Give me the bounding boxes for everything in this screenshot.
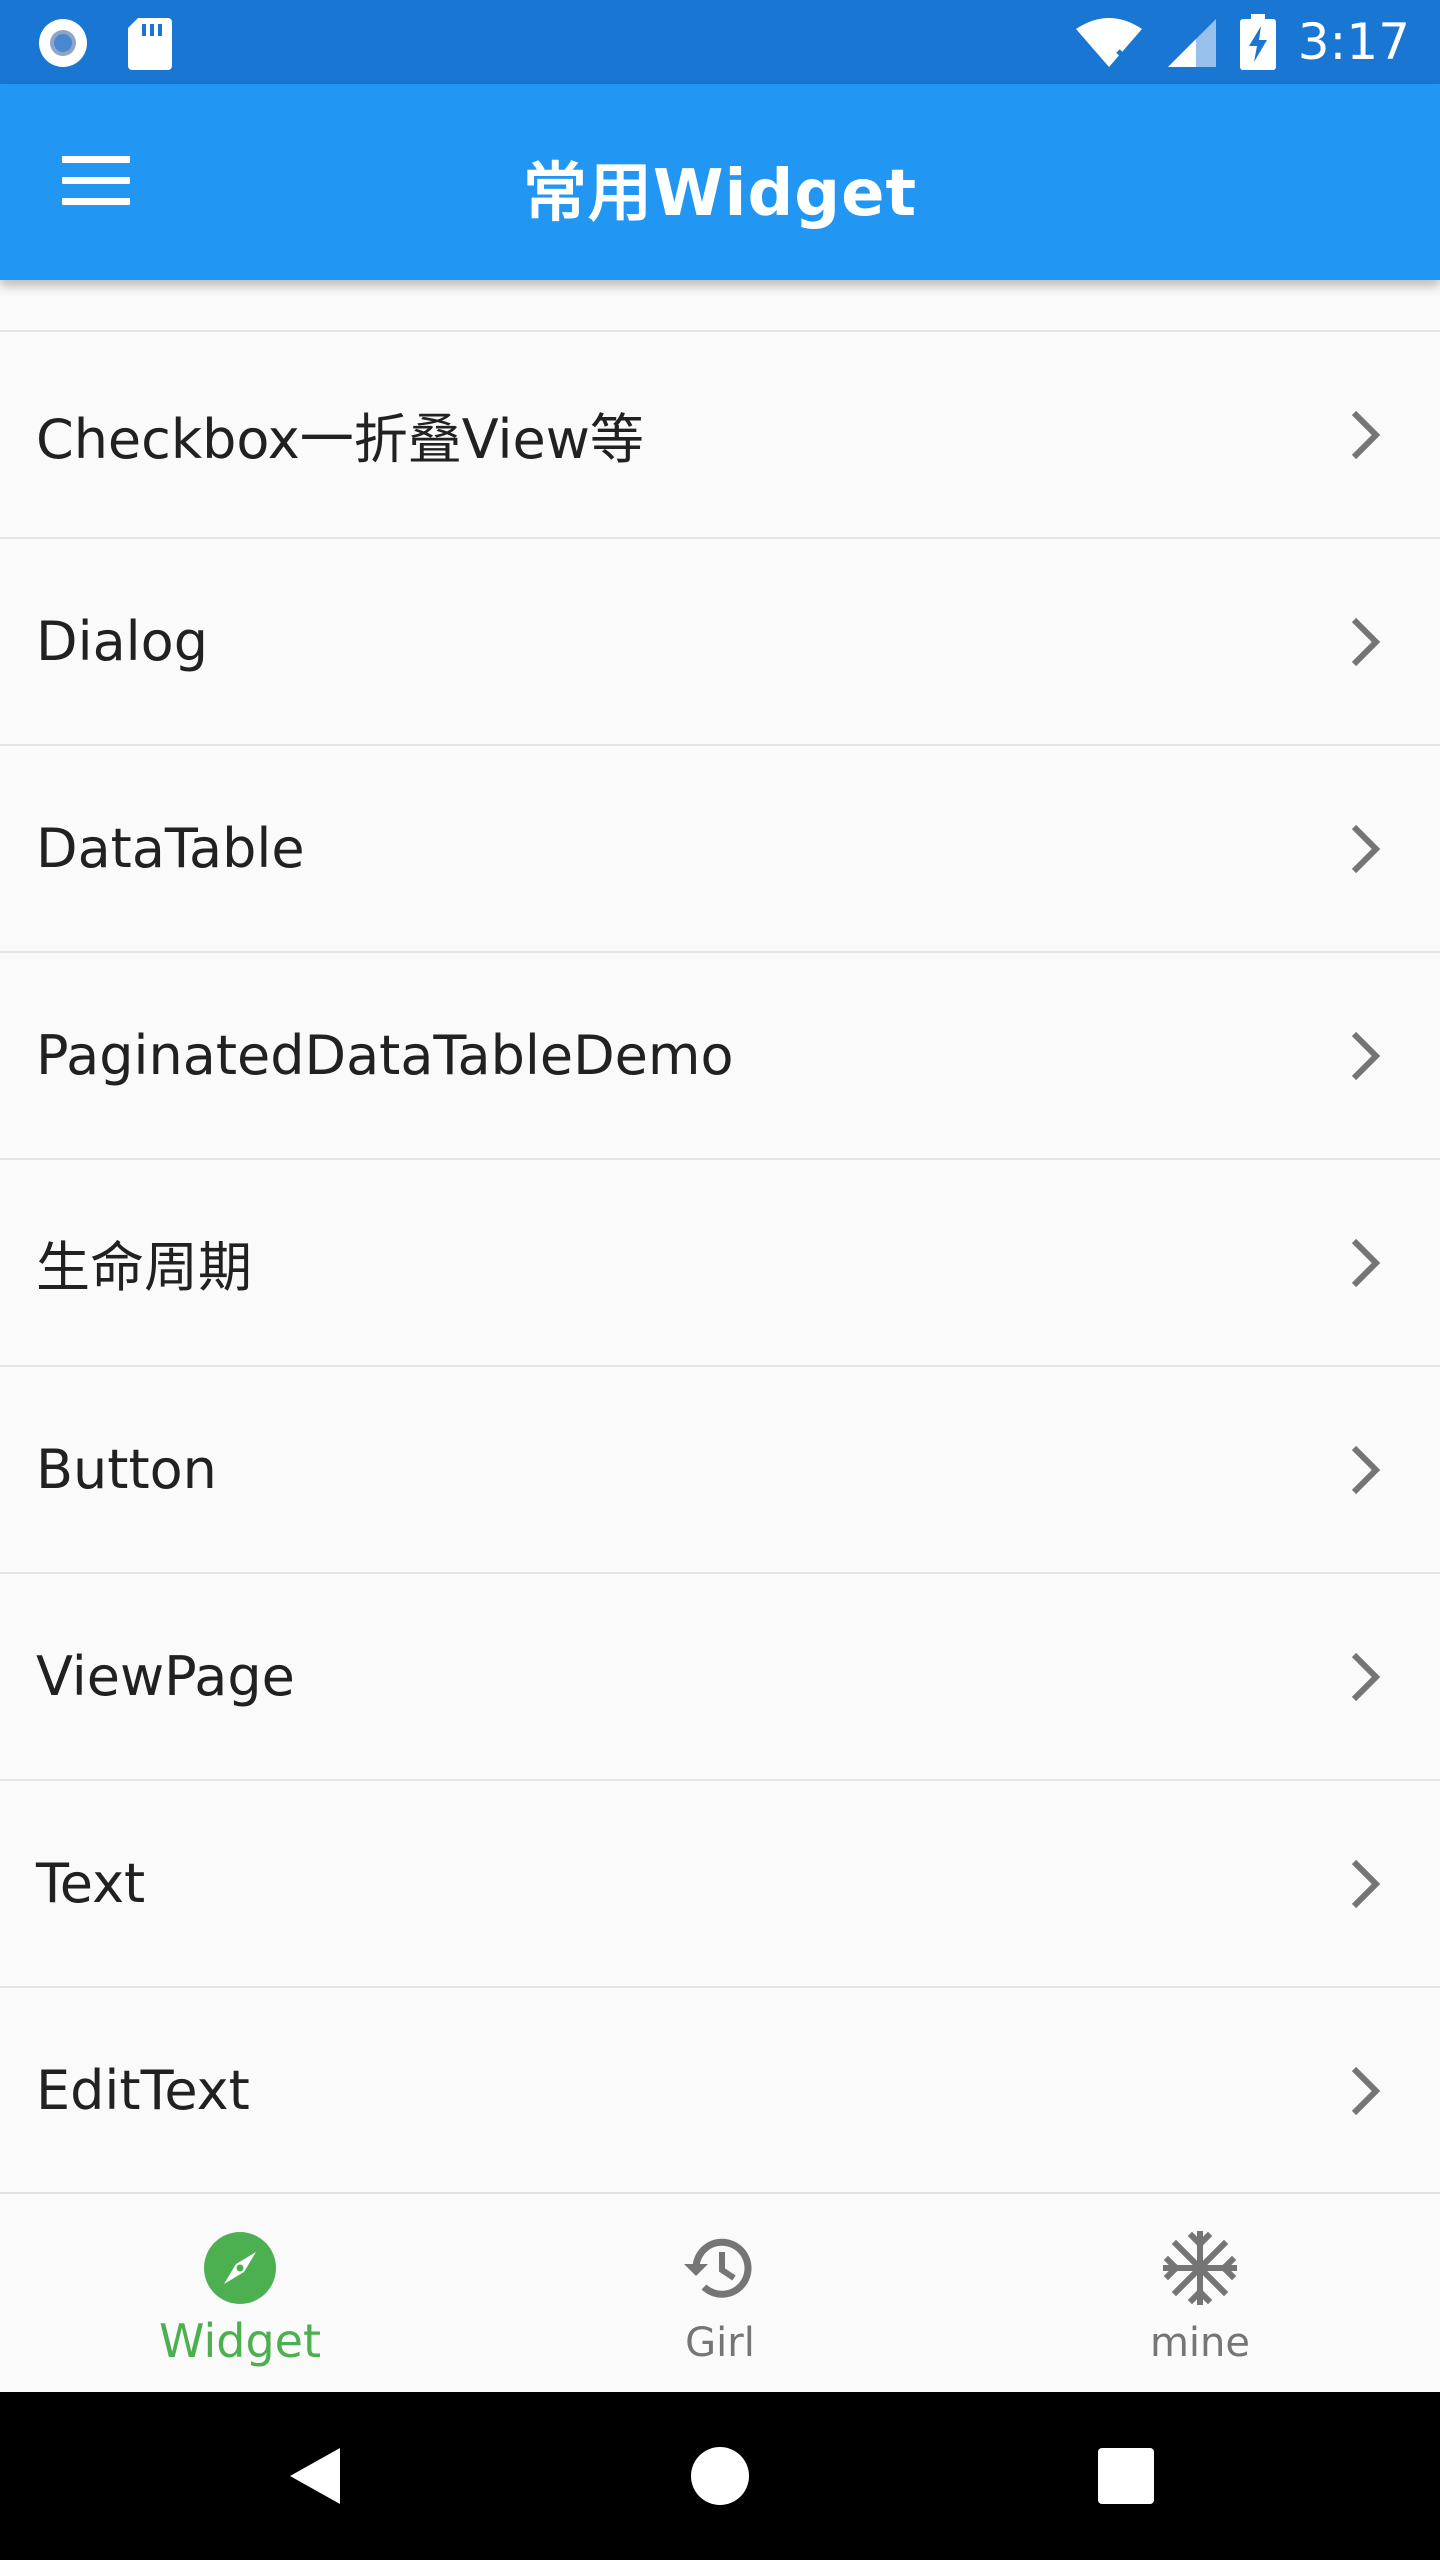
chevron-right-icon: [1351, 1859, 1381, 1908]
record-icon: [39, 19, 87, 67]
list-item-label: Button: [36, 1438, 217, 1501]
status-time: 3:17: [1297, 13, 1410, 71]
status-bar: 3:17: [0, 0, 1440, 84]
list-item-label: Text: [36, 1852, 146, 1915]
back-icon[interactable]: [288, 2446, 342, 2506]
compass-icon: [204, 2232, 276, 2304]
list-item-label: 生命周期: [36, 1236, 252, 1299]
list-item-label: Dialog: [36, 610, 208, 673]
signal-icon: [1167, 19, 1216, 67]
list-item[interactable]: ViewPage: [0, 1574, 1440, 1781]
nav-tab-label: Girl: [685, 2320, 755, 2366]
chevron-right-icon: [1351, 1031, 1381, 1080]
list-item[interactable]: Dialog: [0, 539, 1440, 746]
snowflake-icon: [1163, 2231, 1237, 2305]
widget-list: Checkbox一折叠View等 Dialog DataTable Pagina…: [0, 280, 1440, 2192]
nav-tab-label: Widget: [159, 2314, 321, 2368]
system-navigation-bar: [0, 2392, 1440, 2560]
chevron-right-icon: [1351, 1445, 1381, 1494]
bottom-navigation: Widget Girl mine: [0, 2192, 1440, 2394]
app-bar: 常用Widget: [0, 84, 1440, 280]
nav-tab-mine[interactable]: mine: [960, 2194, 1440, 2394]
list-item-label: EditText: [36, 2059, 250, 2122]
chevron-right-icon: [1351, 410, 1381, 459]
chevron-right-icon: [1351, 2066, 1381, 2115]
sd-card-icon: [128, 18, 172, 70]
list-item-label: ViewPage: [36, 1645, 295, 1708]
list-item[interactable]: Text: [0, 1781, 1440, 1988]
list-item[interactable]: EditText: [0, 1988, 1440, 2192]
battery-charging-icon: [1239, 14, 1276, 70]
list-top-spacer: [0, 280, 1440, 332]
recents-icon[interactable]: [1098, 2448, 1154, 2504]
chevron-right-icon: [1351, 824, 1381, 873]
page-title: 常用Widget: [522, 157, 918, 231]
nav-tab-girl[interactable]: Girl: [480, 2194, 960, 2394]
list-item[interactable]: Button: [0, 1367, 1440, 1574]
list-item[interactable]: 生命周期: [0, 1160, 1440, 1367]
chevron-right-icon: [1351, 1652, 1381, 1701]
home-icon[interactable]: [690, 2446, 750, 2506]
status-right-icons: 3:17: [1074, 10, 1410, 74]
wifi-icon: [1075, 18, 1142, 67]
chevron-right-icon: [1351, 617, 1381, 666]
history-icon: [684, 2238, 752, 2298]
list-item-label: PaginatedDataTableDemo: [36, 1024, 734, 1087]
list-item[interactable]: DataTable: [0, 746, 1440, 953]
list-item[interactable]: PaginatedDataTableDemo: [0, 953, 1440, 1160]
list-item-label: DataTable: [36, 817, 305, 880]
list-item[interactable]: Checkbox一折叠View等: [0, 332, 1440, 539]
nav-tab-widget[interactable]: Widget: [0, 2194, 480, 2394]
status-left-icons: [36, 16, 172, 70]
chevron-right-icon: [1351, 1238, 1381, 1287]
list-item-label: Checkbox一折叠View等: [36, 408, 644, 471]
nav-tab-label: mine: [1149, 2320, 1251, 2366]
